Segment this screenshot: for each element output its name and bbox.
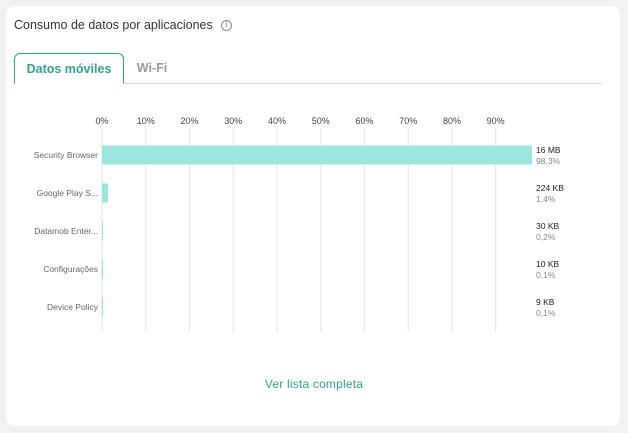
usage-size-label: 9 KB — [536, 297, 555, 307]
app-name-label: Configurações — [43, 264, 98, 274]
app-name-label: Security Browser — [34, 150, 98, 160]
app-name-label: Datamob Enter... — [34, 226, 98, 236]
usage-percent-label: 0,1% — [536, 270, 556, 280]
x-tick-label: 80% — [443, 116, 461, 126]
x-tick-label: 50% — [312, 116, 330, 126]
usage-size-label: 10 KB — [536, 259, 559, 269]
tab-mobile-data[interactable]: Datos móviles — [14, 53, 124, 84]
usage-percent-label: 98,3% — [536, 156, 561, 166]
panel-title: Consumo de datos por aplicaciones — [14, 18, 213, 32]
usage-percent-label: 0,2% — [536, 232, 556, 242]
usage-bar[interactable] — [102, 183, 109, 203]
info-icon[interactable]: i — [220, 19, 232, 31]
x-tick-label: 60% — [355, 116, 373, 126]
app-name-label: Device Policy — [47, 302, 99, 312]
tab-bar: Datos móviles Wi-Fi — [14, 53, 602, 84]
x-tick-label: 90% — [487, 116, 505, 126]
x-tick-label: 0% — [95, 116, 108, 126]
x-tick-label: 10% — [137, 116, 155, 126]
x-tick-label: 70% — [399, 116, 417, 126]
usage-bar[interactable] — [102, 145, 532, 165]
usage-bar[interactable] — [102, 297, 103, 317]
x-tick-label: 30% — [224, 116, 242, 126]
usage-size-label: 16 MB — [536, 145, 561, 155]
usage-size-label: 30 KB — [536, 221, 559, 231]
usage-percent-label: 0,1% — [536, 308, 556, 318]
tab-wifi[interactable]: Wi-Fi — [124, 53, 180, 83]
usage-percent-label: 1,4% — [536, 194, 556, 204]
app-name-label: Google Play S... — [37, 188, 98, 198]
x-tick-label: 40% — [268, 116, 286, 126]
panel-header: Consumo de datos por aplicaciones i — [14, 18, 232, 32]
usage-bar[interactable] — [102, 259, 103, 279]
usage-bar[interactable] — [102, 221, 103, 241]
x-tick-label: 20% — [180, 116, 198, 126]
usage-size-label: 224 KB — [536, 183, 564, 193]
view-full-list-link[interactable]: Ver lista completa — [0, 377, 628, 391]
